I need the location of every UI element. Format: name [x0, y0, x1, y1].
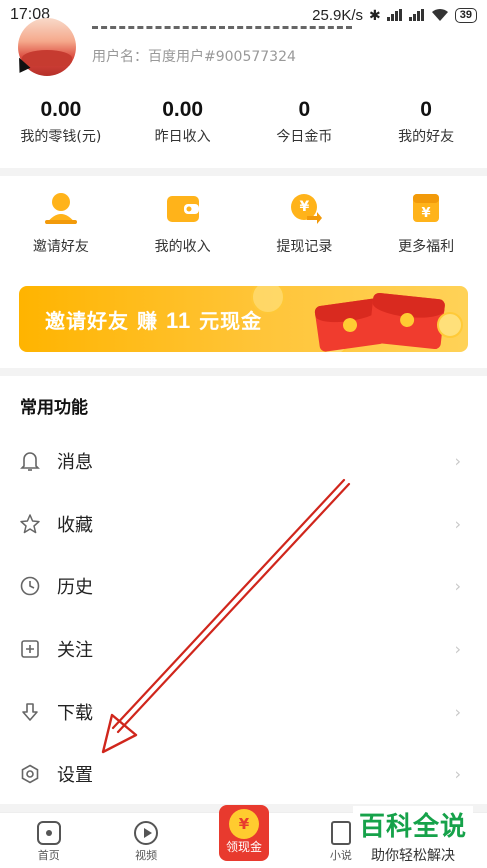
quick-label: 更多福利 — [398, 239, 455, 255]
section-divider — [0, 168, 487, 176]
chevron-right-icon: › — [454, 764, 461, 784]
username: 用户名：百度用户#900577324 — [92, 49, 296, 65]
quick-label: 我的收入 — [154, 239, 211, 255]
menu-item-favorites[interactable]: 收藏 › — [0, 493, 487, 556]
watermark-title: 百科全说 — [358, 812, 467, 842]
quick-invite-friends[interactable]: 邀请好友 — [0, 190, 122, 256]
quick-actions: 邀请好友 我的收入 ¥ 提现记录 ¥ 更多福利 — [0, 190, 487, 256]
tab-video[interactable]: 视频 — [97, 813, 194, 868]
stat-wallet[interactable]: 0.00 我的零钱(元) — [0, 98, 122, 146]
wifi-icon — [431, 8, 448, 21]
bluetooth-icon: ✱ — [369, 6, 381, 23]
menu-item-downloads[interactable]: 下载 › — [0, 680, 487, 743]
stat-value: 0.00 — [40, 98, 82, 121]
watermark-logo: 百科全说 助你轻松解决 — [353, 806, 473, 866]
svg-text:¥: ¥ — [422, 206, 431, 221]
bell-icon — [19, 450, 41, 472]
red-envelope-icon — [368, 292, 446, 350]
download-icon — [19, 701, 41, 723]
quick-label: 邀请好友 — [32, 239, 89, 255]
nickname-cutoff — [92, 26, 352, 34]
stats-row: 0.00 我的零钱(元) 0.00 昨日收入 0 今日金币 0 我的好友 — [0, 98, 487, 146]
book-icon — [330, 821, 351, 845]
stat-today-coins[interactable]: 0 今日金币 — [244, 98, 366, 146]
function-menu: 消息 › 收藏 › 历史 › 关注 › 下载 › 设置 › — [0, 430, 487, 806]
battery-indicator: 39 — [454, 7, 477, 23]
stat-label: 今日金币 — [276, 129, 333, 145]
chevron-right-icon: › — [454, 639, 461, 659]
menu-label: 历史 — [57, 577, 93, 599]
stat-yesterday-income[interactable]: 0.00 昨日收入 — [122, 98, 244, 146]
settings-hexagon-icon — [19, 763, 41, 785]
stat-value: 0.00 — [162, 98, 204, 121]
chevron-right-icon: › — [454, 702, 461, 722]
stat-label: 昨日收入 — [154, 129, 211, 145]
menu-label: 关注 — [57, 640, 93, 662]
section-title: 常用功能 — [20, 398, 88, 418]
menu-item-messages[interactable]: 消息 › — [0, 430, 487, 493]
coin-icon: ¥ — [229, 809, 259, 839]
star-icon — [19, 513, 41, 535]
stat-value: 0 — [420, 98, 432, 121]
menu-item-history[interactable]: 历史 › — [0, 555, 487, 618]
menu-item-settings[interactable]: 设置 › — [0, 743, 487, 806]
banner-text-part2: 元现金 — [199, 309, 263, 333]
coin-icon — [437, 312, 463, 338]
stat-label: 我的好友 — [398, 129, 455, 145]
menu-label: 下载 — [57, 702, 93, 724]
tab-label: 首页 — [37, 849, 60, 862]
stat-label: 我的零钱(元) — [20, 129, 102, 145]
tab-home[interactable]: 首页 — [0, 813, 97, 868]
get-cash-button[interactable]: ¥ 领现金 — [219, 805, 269, 861]
status-indicators: 25.9K/s ✱ 39 — [312, 7, 477, 24]
banner-text-part1: 邀请好友 赚 — [45, 309, 158, 333]
wallet-icon — [164, 190, 202, 226]
stat-friends[interactable]: 0 我的好友 — [365, 98, 487, 146]
plus-box-icon — [19, 638, 41, 660]
clock-icon — [19, 575, 41, 597]
stat-value: 0 — [298, 98, 311, 121]
chevron-right-icon: › — [454, 451, 461, 471]
coin-icon — [251, 286, 285, 314]
coin-icon: ¥ — [285, 190, 323, 226]
person-icon — [42, 190, 80, 226]
profile-header: 用户名：百度用户#900577324 — [0, 18, 487, 86]
signal-icon — [386, 9, 403, 21]
banner-text: 邀请好友 赚 11 元现金 — [45, 305, 262, 334]
quick-my-income[interactable]: 我的收入 — [122, 190, 244, 256]
signal-icon — [408, 9, 425, 21]
watermark-subtitle: 助你轻松解决 — [371, 848, 455, 864]
tab-label: 领现金 — [225, 840, 262, 854]
quick-withdraw-records[interactable]: ¥ 提现记录 — [244, 190, 366, 256]
network-speed: 25.9K/s — [312, 6, 364, 24]
invite-banner[interactable]: 邀请好友 赚 11 元现金 — [19, 286, 468, 352]
menu-item-follow[interactable]: 关注 › — [0, 618, 487, 681]
menu-label: 设置 — [57, 765, 93, 787]
tab-label: 视频 — [135, 849, 158, 862]
section-divider — [0, 368, 487, 376]
quick-more-benefits[interactable]: ¥ 更多福利 — [365, 190, 487, 256]
play-icon — [134, 821, 159, 845]
menu-label: 收藏 — [57, 514, 93, 536]
menu-label: 消息 — [57, 452, 93, 474]
gift-icon: ¥ — [407, 190, 445, 226]
banner-amount: 11 — [165, 308, 192, 333]
quick-label: 提现记录 — [276, 239, 333, 255]
chevron-right-icon: › — [454, 514, 461, 534]
home-icon — [36, 821, 61, 845]
chevron-right-icon: › — [454, 576, 461, 596]
